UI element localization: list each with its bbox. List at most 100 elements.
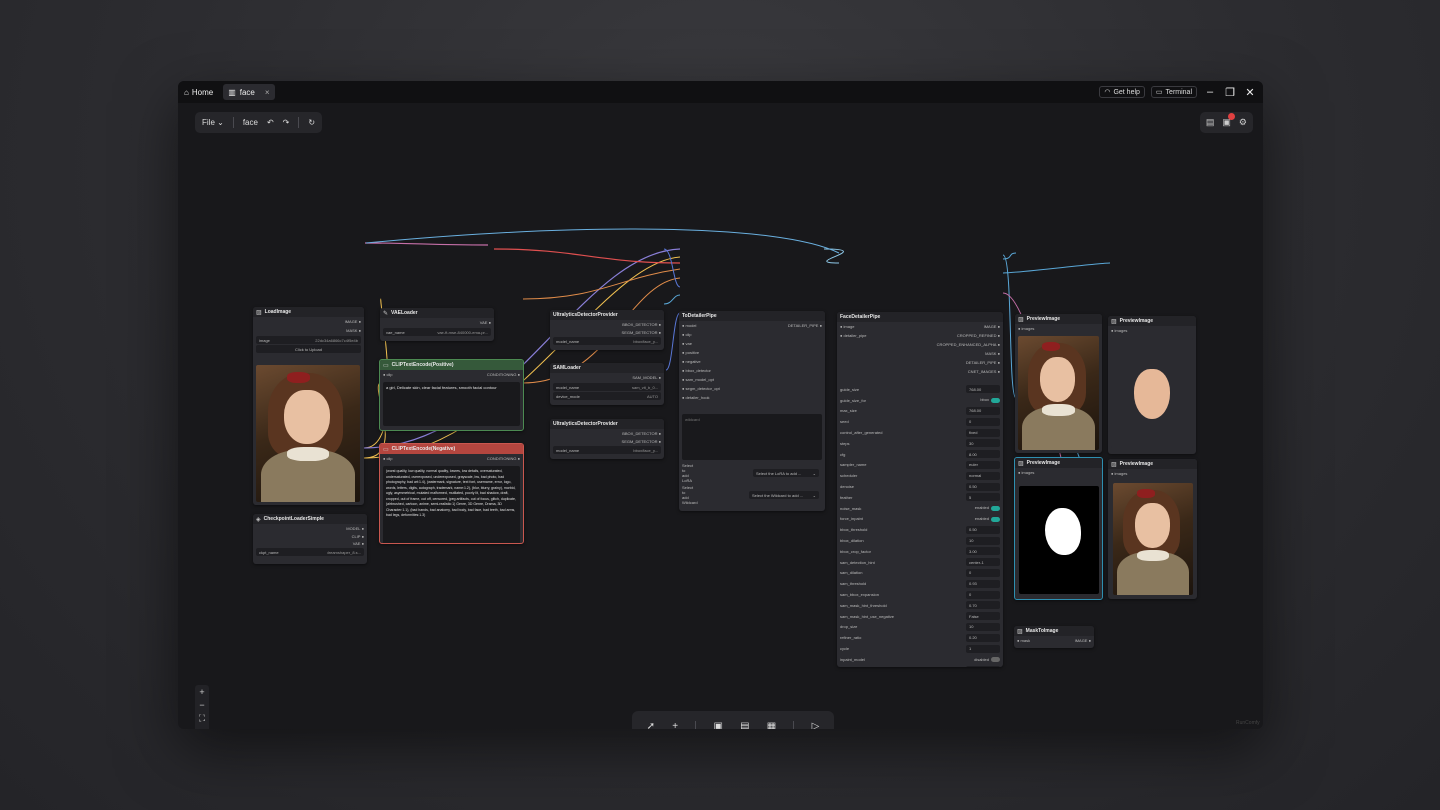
wildcard-textarea[interactable]: wildcard <box>682 414 822 460</box>
widget-value-box[interactable]: 3.00 <box>966 547 1000 556</box>
workflow-tab[interactable]: ▥ face × <box>223 84 275 100</box>
widget-sam-threshold[interactable]: sam_threshold 0.93 <box>837 578 1003 589</box>
input-images[interactable]: ● images <box>1108 469 1197 478</box>
restore-icon[interactable]: ❐ <box>1223 86 1237 99</box>
output-conditioning[interactable]: CONDITIONING ● <box>487 372 520 377</box>
lock-icon[interactable]: 🔒︎ <box>200 727 205 729</box>
input-vae[interactable]: ● vae <box>679 339 769 348</box>
widget-scheduler[interactable]: scheduler normal <box>837 470 1003 481</box>
output-clip[interactable]: CLIP ● <box>253 533 367 540</box>
input-model[interactable]: ● model <box>679 321 769 330</box>
zoom-out-icon[interactable]: − <box>199 700 204 710</box>
input-positive[interactable]: ● positive <box>679 348 769 357</box>
widget-cycle[interactable]: cycle 1 <box>837 643 1003 654</box>
node-preview-image-3[interactable]: ▨ PreviewImage ● images <box>1014 457 1103 600</box>
upload-button[interactable]: Click to Upload <box>256 345 361 353</box>
widget-sam-mask-hint-use-negative[interactable]: sam_mask_hint_use_negative False <box>837 611 1003 622</box>
widget-value-box[interactable]: 0 <box>966 417 1000 426</box>
widget-sam-dilation[interactable]: sam_dilation 0 <box>837 568 1003 579</box>
lora-select[interactable]: Select the LoRA to add ... ⌄ <box>753 469 819 477</box>
toggle[interactable]: bbox <box>980 397 1000 403</box>
widget-value-box[interactable]: 0.93 <box>966 579 1000 588</box>
node-sam-loader[interactable]: SAMLoader SAM_MODEL ● model_name sam_vit_… <box>550 363 664 405</box>
widget-denoise[interactable]: denoise 0.50 <box>837 481 1003 492</box>
node-mask-to-image[interactable]: ▨ MaskToImage ● mask IMAGE ● <box>1014 626 1094 648</box>
widget-value-box[interactable]: 1 <box>966 644 1000 653</box>
toggle[interactable]: enabled <box>975 505 1000 511</box>
output-vae[interactable]: VAE ● <box>253 540 367 547</box>
node-to-detailer-pipe[interactable]: ToDetailerPipe ● model ● clip ● vae ● posit… <box>679 311 825 511</box>
output-cnet-images[interactable]: CNET_IMAGES ● <box>893 367 1003 376</box>
node-face-detailer-pipe[interactable]: FaceDetailerPipe ● image ● detailer_pipe … <box>837 312 1003 667</box>
node-loadimage[interactable]: ▨ LoadImage IMAGE ● MASK ● image 22dc34a68… <box>253 307 364 505</box>
node-canvas[interactable]: ▨ LoadImage IMAGE ● MASK ● image 22dc34a68… <box>178 103 1263 729</box>
home-tab[interactable]: ⌂ Home <box>184 88 213 97</box>
node-preview-image-1[interactable]: ▨ PreviewImage ● images <box>1015 314 1102 453</box>
node-title[interactable]: ✎ VAELoader <box>380 308 494 318</box>
node-title[interactable]: SAMLoader <box>550 363 664 373</box>
widget-value-box[interactable]: 0 <box>966 568 1000 577</box>
widget-sam-bbox-expansion[interactable]: sam_bbox_expansion 0 <box>837 589 1003 600</box>
add-node-icon[interactable]: + <box>672 721 678 729</box>
widget-drop-size[interactable]: drop_size 10 <box>837 622 1003 633</box>
input-images[interactable]: ● images <box>1015 324 1102 333</box>
widget-inpaint-model[interactable]: inpaint_model disabled <box>837 654 1003 665</box>
toggle-switch[interactable] <box>991 657 1000 663</box>
input-images[interactable]: ● images <box>1108 326 1196 335</box>
output-sam-model[interactable]: SAM_MODEL ● <box>550 373 664 382</box>
widget-model-name[interactable]: model_name bbox/face_y... <box>553 446 661 454</box>
node-title[interactable]: ▨ LoadImage <box>253 307 364 317</box>
get-help-button[interactable]: ◠ Get help <box>1099 86 1145 98</box>
input-image[interactable]: ● image <box>837 322 897 331</box>
output-detailer-pipe[interactable]: DETAILER_PIPE ● <box>893 358 1003 367</box>
node-clip-negative[interactable]: ▭ CLIPTextEncode(Negative) ● clip CONDITIO… <box>379 443 524 544</box>
widget-value-box[interactable]: 10 <box>966 536 1000 545</box>
widget-noise-mask-feather[interactable]: noise_mask_feather20 <box>837 665 1003 667</box>
select-tool-icon[interactable]: ➚ <box>647 721 655 729</box>
widget-value-box[interactable]: fixed <box>966 428 1000 437</box>
node-vae-loader[interactable]: ✎ VAELoader VAE ● vae_name vae-ft-mse-8400… <box>380 308 494 341</box>
node-preview-image-4[interactable]: ▨ PreviewImage ● images <box>1108 459 1197 599</box>
widget-value-box[interactable]: 768.00 <box>966 385 1000 394</box>
widget-vae-name[interactable]: vae_name vae-ft-mse-840000-ema-pr... <box>383 328 491 336</box>
node-preview-image-2[interactable]: ▨ PreviewImage ● images <box>1108 316 1196 454</box>
widget-bbox-dilation[interactable]: bbox_dilation 10 <box>837 535 1003 546</box>
widget-bbox-threshold[interactable]: bbox_threshold 0.50 <box>837 524 1003 535</box>
node-title[interactable]: ▭ CLIPTextEncode(Positive) <box>380 360 523 370</box>
input-segm-detector-opt[interactable]: ● segm_detector_opt <box>679 384 769 393</box>
widget-value-box[interactable]: 30 <box>966 439 1000 448</box>
output-segm[interactable]: SEGM_DETECTOR ● <box>550 329 664 336</box>
output-image[interactable]: IMAGE ● <box>253 317 364 326</box>
widget-refiner-ratio[interactable]: refiner_ratio 0.20 <box>837 632 1003 643</box>
widget-guide-size-for[interactable]: guide_size_for bbox <box>837 395 1003 406</box>
widget-value-box[interactable]: normal <box>966 471 1000 480</box>
fit-view-icon[interactable]: ⛶ <box>199 713 205 724</box>
widget-max-size[interactable]: max_size 768.00 <box>837 406 1003 417</box>
run-icon[interactable]: ▷ <box>812 721 820 729</box>
zoom-in-icon[interactable]: + <box>199 687 204 697</box>
input-mask[interactable]: ● mask <box>1017 638 1030 643</box>
widget-bbox-crop-factor[interactable]: bbox_crop_factor 3.00 <box>837 546 1003 557</box>
widget-value-box[interactable]: 0.50 <box>966 525 1000 534</box>
toggle-switch[interactable] <box>991 516 1000 522</box>
widget-value-box[interactable]: 768.00 <box>966 406 1000 415</box>
widget-ckpt-name[interactable]: ckpt_name dreamshaper_8.s... <box>256 548 364 556</box>
input-images[interactable]: ● images <box>1015 468 1102 477</box>
node-clip-positive[interactable]: ▭ CLIPTextEncode(Positive) ● clip CONDITIO… <box>379 359 524 431</box>
widget-model-name[interactable]: model_name bbox/face_y... <box>553 337 661 345</box>
widget-control-after-generated[interactable]: control_after_generated fixed <box>837 427 1003 438</box>
widget-cfg[interactable]: cfg 8.00 <box>837 449 1003 460</box>
input-clip[interactable]: ● clip <box>679 330 769 339</box>
input-negative[interactable]: ● negative <box>679 357 769 366</box>
widget-feather[interactable]: feather 5 <box>837 492 1003 503</box>
wildcard-select[interactable]: Select the Wildcard to add ... ⌄ <box>749 491 819 499</box>
widget-sam-detection-hint[interactable]: sam_detection_hint center-1 <box>837 557 1003 568</box>
output-conditioning[interactable]: CONDITIONING ● <box>487 456 520 461</box>
widget-value-box[interactable]: 8.00 <box>966 450 1000 459</box>
input-sam-model-opt[interactable]: ● sam_model_opt <box>679 375 769 384</box>
node-title[interactable]: ◈ CheckpointLoaderSimple <box>253 514 367 524</box>
output-mask[interactable]: MASK ● <box>253 326 364 335</box>
toggle-switch[interactable] <box>991 505 1000 511</box>
node-title[interactable]: ▨ PreviewImage <box>1015 314 1102 324</box>
prompt-textarea[interactable]: (worst quality, low quality, normal qual… <box>383 466 520 543</box>
